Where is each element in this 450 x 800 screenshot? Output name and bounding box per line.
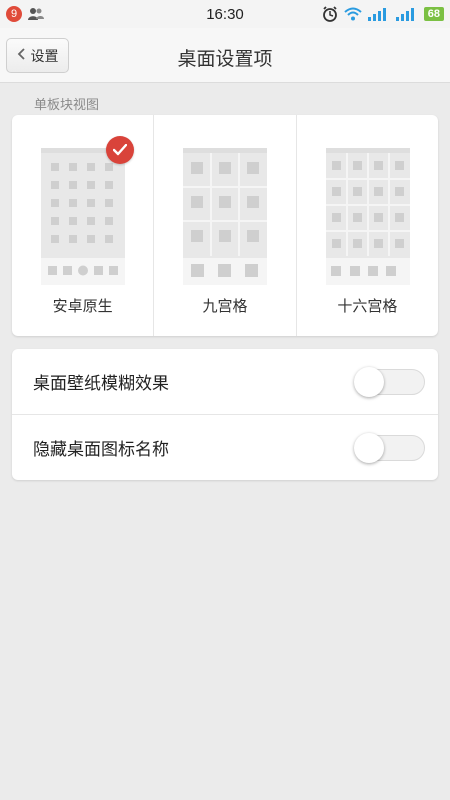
toggle-settings-card: 桌面壁纸模糊效果 隐藏桌面图标名称 xyxy=(12,349,438,480)
layout-options-card: 安卓原生 九宫格 十六宫格 xyxy=(12,115,438,336)
layout-option-label: 九宫格 xyxy=(202,297,248,315)
nine-grid-preview-icon xyxy=(183,148,268,289)
layout-option-sixteen-grid[interactable]: 十六宫格 xyxy=(297,115,438,336)
notification-badge: 9 xyxy=(6,6,22,22)
layout-option-nine-grid[interactable]: 九宫格 xyxy=(154,115,297,336)
layout-option-label: 十六宫格 xyxy=(337,297,398,315)
toggle-label: 隐藏桌面图标名称 xyxy=(33,439,169,460)
hide-icon-names-toggle[interactable] xyxy=(354,433,425,463)
signal-icon xyxy=(367,7,390,21)
signal-icon xyxy=(395,7,418,21)
wallpaper-blur-toggle[interactable] xyxy=(354,367,425,397)
android-native-preview-icon xyxy=(41,148,125,289)
wifi-icon xyxy=(344,7,362,21)
toggle-knob xyxy=(354,433,384,463)
hide-icon-names-row[interactable]: 隐藏桌面图标名称 xyxy=(12,414,438,479)
section-label: 单板块视图 xyxy=(34,98,100,113)
toggle-knob xyxy=(354,367,384,397)
contacts-icon xyxy=(28,7,44,21)
wallpaper-blur-row[interactable]: 桌面壁纸模糊效果 xyxy=(12,349,438,414)
selected-check-icon xyxy=(106,136,134,164)
sixteen-grid-preview-icon xyxy=(325,148,410,289)
title-bar: 设置 桌面设置项 xyxy=(0,28,450,83)
battery-indicator: 68 xyxy=(423,7,444,21)
layout-option-android-native[interactable]: 安卓原生 xyxy=(12,115,155,336)
alarm-icon xyxy=(322,6,338,22)
page-title: 桌面设置项 xyxy=(177,48,273,70)
status-bar: 9 16:30 68 xyxy=(0,0,450,28)
toggle-label: 桌面壁纸模糊效果 xyxy=(33,374,169,394)
layout-option-label: 安卓原生 xyxy=(52,297,113,315)
